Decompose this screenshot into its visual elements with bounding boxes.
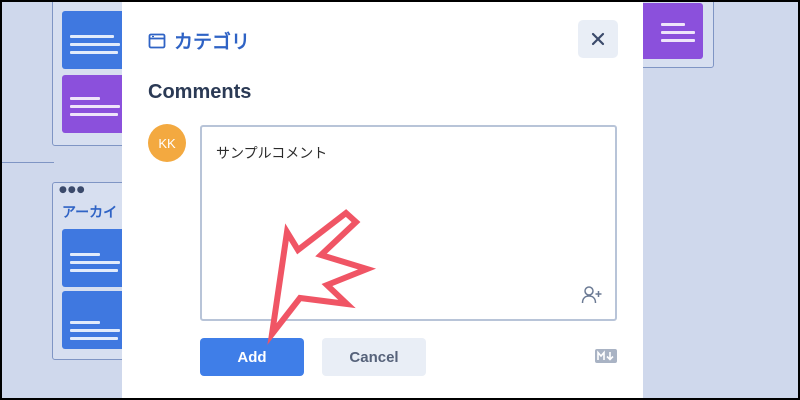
avatar-initials: KK [158, 135, 176, 151]
close-button[interactable] [578, 20, 618, 58]
category-icon [148, 33, 166, 48]
avatar: KK [148, 124, 186, 162]
add-comment-button[interactable]: Add [200, 338, 304, 376]
comment-input[interactable]: サンプルコメント [200, 125, 617, 321]
mention-user-icon[interactable] [581, 285, 603, 305]
markdown-icon [595, 349, 617, 363]
column-menu-icon[interactable]: ●●● [59, 185, 86, 195]
board-column-top-left [52, 2, 132, 146]
modal-title[interactable]: カテゴリ [174, 27, 250, 54]
modal-header: カテゴリ [148, 27, 250, 54]
board-divider [2, 162, 54, 163]
close-icon [591, 32, 605, 46]
comment-input-value: サンプルコメント [216, 146, 328, 162]
board-card[interactable] [639, 3, 703, 59]
board-column-archive: ●●● アーカイ [52, 182, 132, 360]
board-column-top-right [632, 2, 714, 68]
cancel-button[interactable]: Cancel [322, 338, 426, 376]
comments-heading: Comments [148, 81, 252, 103]
column-title: アーカイ [62, 205, 118, 221]
screenshot-frame: ●●● アーカイ カテゴリ Comments KK サンプルコメント Add C… [0, 0, 800, 400]
card-detail-modal: カテゴリ Comments KK サンプルコメント Add Cancel [122, 2, 643, 398]
